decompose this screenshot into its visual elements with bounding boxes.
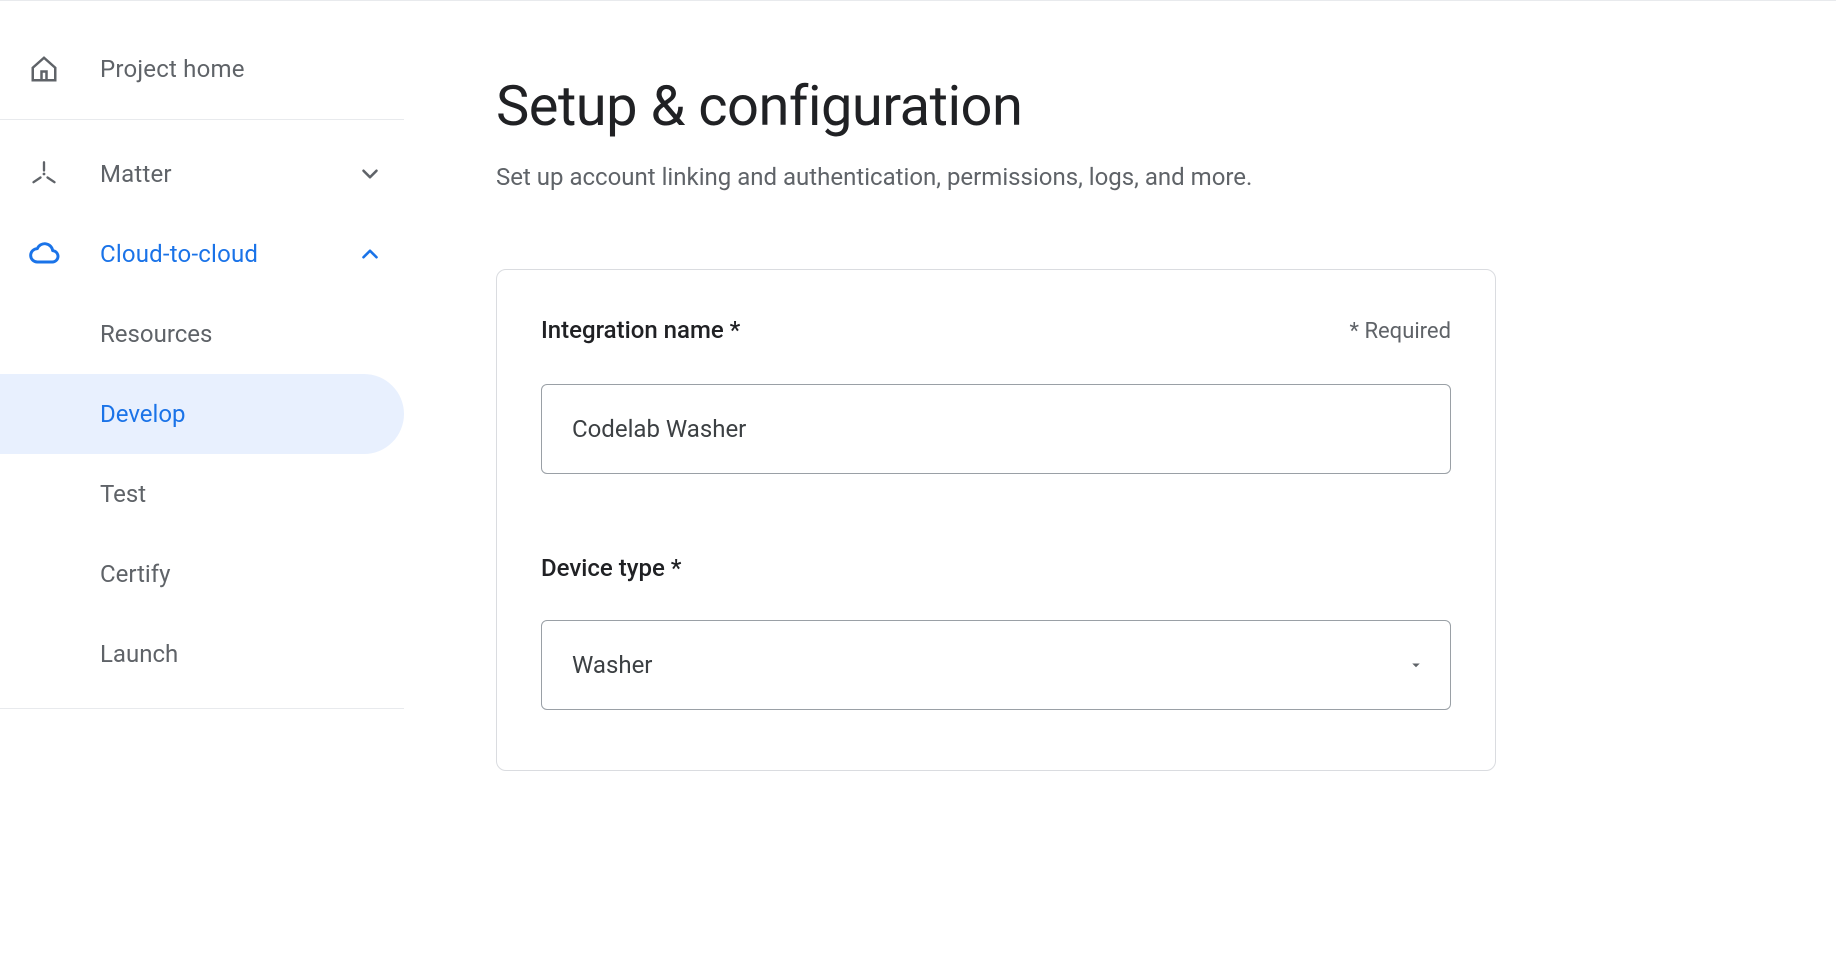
main-content: Setup & configuration Set up account lin… bbox=[404, 1, 1836, 968]
integration-name-row: Integration name * * Required bbox=[541, 316, 1451, 344]
required-note: * Required bbox=[1350, 319, 1451, 344]
sidebar-item-cloud-to-cloud[interactable]: Cloud-to-cloud bbox=[0, 214, 404, 294]
device-type-select[interactable] bbox=[541, 620, 1451, 710]
sidebar-item-label: Cloud-to-cloud bbox=[100, 240, 354, 268]
sidebar-divider bbox=[0, 708, 404, 709]
sidebar-item-matter[interactable]: Matter bbox=[0, 134, 404, 214]
sidebar-subitem-resources[interactable]: Resources bbox=[0, 294, 404, 374]
sidebar-item-label: Project home bbox=[100, 55, 386, 83]
sidebar-item-label: Launch bbox=[100, 640, 178, 668]
integration-name-label: Integration name * bbox=[541, 316, 740, 344]
sidebar: Project home Matter bbox=[0, 1, 404, 968]
sidebar-item-label: Matter bbox=[100, 160, 354, 188]
sidebar-subitem-develop[interactable]: Develop bbox=[0, 374, 404, 454]
chevron-up-icon bbox=[354, 238, 386, 270]
cloud-icon bbox=[28, 238, 60, 270]
config-card: Integration name * * Required Device typ… bbox=[496, 269, 1496, 771]
page-subtitle: Set up account linking and authenticatio… bbox=[496, 163, 1796, 191]
sidebar-item-label: Certify bbox=[100, 560, 170, 588]
device-type-value[interactable] bbox=[541, 620, 1451, 710]
home-icon bbox=[28, 53, 60, 85]
sidebar-item-project-home[interactable]: Project home bbox=[0, 29, 404, 109]
page-title: Setup & configuration bbox=[496, 73, 1796, 139]
chevron-down-icon bbox=[354, 158, 386, 190]
sidebar-divider bbox=[0, 119, 404, 120]
sidebar-subitem-launch[interactable]: Launch bbox=[0, 614, 404, 694]
sidebar-subitem-test[interactable]: Test bbox=[0, 454, 404, 534]
sidebar-item-label: Test bbox=[100, 480, 146, 508]
device-type-label: Device type * bbox=[541, 554, 1451, 582]
sidebar-item-label: Develop bbox=[100, 400, 186, 428]
app-root: Project home Matter bbox=[0, 0, 1836, 968]
matter-icon bbox=[28, 158, 60, 190]
sidebar-subitem-certify[interactable]: Certify bbox=[0, 534, 404, 614]
sidebar-item-label: Resources bbox=[100, 320, 212, 348]
integration-name-input[interactable] bbox=[541, 384, 1451, 474]
